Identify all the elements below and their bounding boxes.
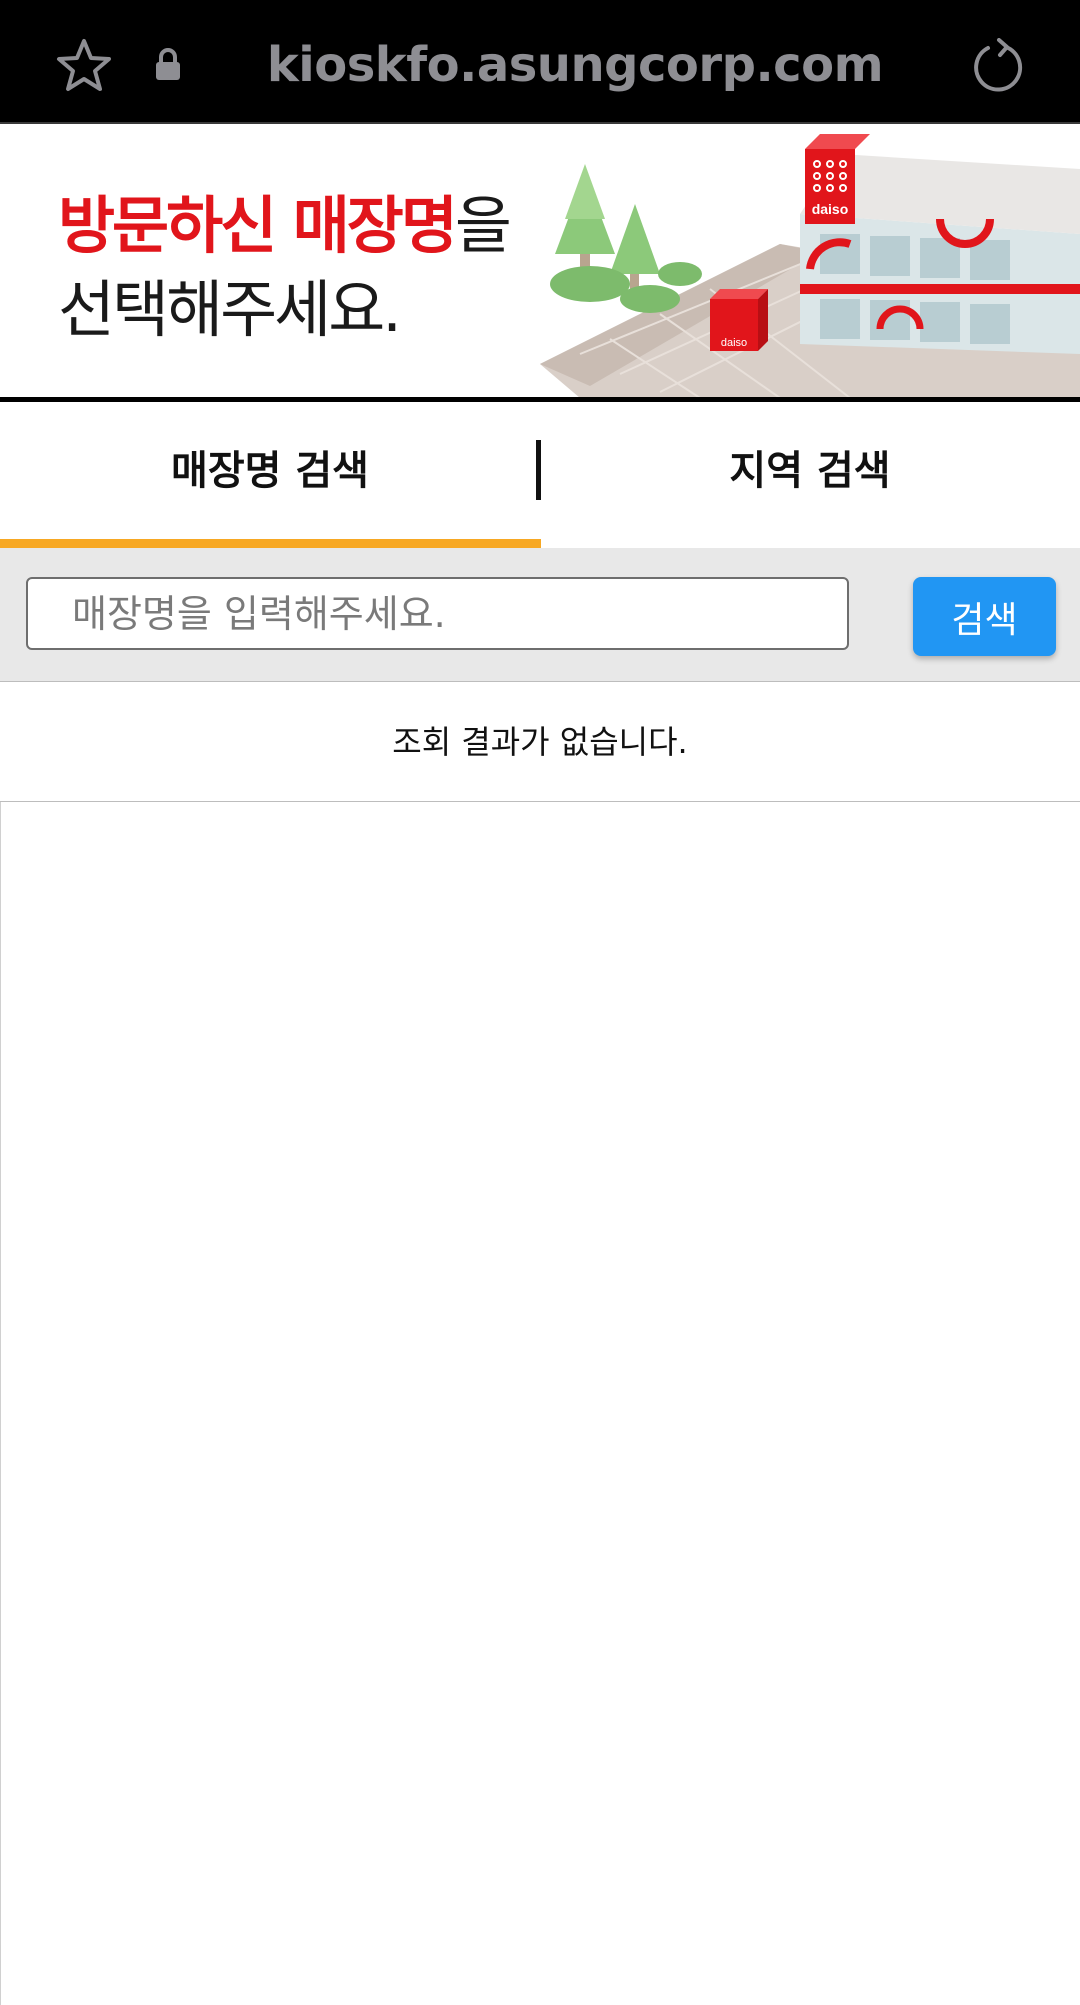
address-bar-url[interactable]: kioskfo.asungcorp.com (200, 30, 950, 100)
banner-headline-suffix: 을 (454, 189, 512, 262)
results-list-area (0, 802, 1080, 2005)
tab-store-name-search[interactable]: 매장명 검색 (0, 402, 540, 548)
store-building-illustration: daiso daiso (540, 134, 1080, 398)
no-results-message: 조회 결과가 없습니다. (392, 723, 688, 761)
tab-region-search[interactable]: 지역 검색 (540, 402, 1080, 548)
search-bar: 검색 (0, 548, 1080, 682)
browser-toolbar: kioskfo.asungcorp.com (0, 0, 1080, 124)
lock-icon (154, 48, 182, 82)
star-icon[interactable] (56, 38, 112, 92)
store-select-banner: 방문하신 매장명을 선택해주세요. daiso daiso (0, 124, 1080, 398)
search-button[interactable]: 검색 (913, 577, 1056, 656)
active-tab-indicator (0, 539, 541, 548)
search-results: 조회 결과가 없습니다. (0, 682, 1080, 802)
search-tabs: 매장명 검색 지역 검색 (0, 402, 1080, 548)
store-name-search-input[interactable] (26, 577, 849, 650)
banner-headline-line2: 선택해주세요. (58, 273, 402, 346)
reload-icon[interactable] (968, 38, 1024, 94)
banner-headline: 방문하신 매장명을 선택해주세요. (58, 184, 578, 352)
banner-headline-highlight: 방문하신 매장명 (58, 189, 458, 262)
kiosk-sign-text: daiso (721, 337, 747, 349)
store-sign-text: daiso (812, 201, 849, 217)
